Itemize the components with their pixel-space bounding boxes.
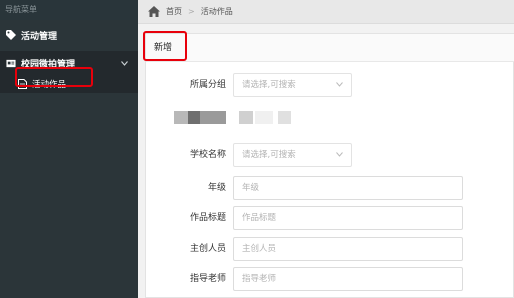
nav-menu-header: 导航菜单 (0, 0, 138, 20)
breadcrumb-current: 活动作品 (200, 7, 233, 16)
sidebar-item-label: 校园微拍管理 (21, 59, 76, 70)
creator-placeholder: 主创人员 (242, 244, 277, 254)
breadcrumb-separator: > (188, 7, 195, 16)
title-label: 作品标题 (189, 213, 226, 223)
school-label: 学校名称 (189, 150, 226, 160)
sidebar-subitem-activity-works[interactable]: 活动作品 (0, 75, 138, 93)
creator-label: 主创人员 (189, 244, 226, 254)
form-panel: 新增 所属分组 请选择,可搜索 学校名称 请选择,可搜索 年级 年级 作品标题 … (145, 33, 514, 298)
category-row: 所属分组 请选择,可搜索 (146, 73, 514, 97)
title-row: 作品标题 作品标题 (146, 206, 514, 230)
category-label: 所属分组 (189, 80, 226, 90)
breadcrumb-home[interactable]: 首页 (166, 6, 182, 17)
chevron-down-icon (336, 144, 343, 166)
creator-input[interactable]: 主创人员 (233, 237, 463, 261)
breadcrumb: 首页 > 活动作品 (138, 0, 514, 24)
sidebar-subitem-label: 活动作品 (32, 80, 67, 90)
sidebar-item-activity-management[interactable]: 活动管理 (0, 23, 138, 47)
school-select[interactable]: 请选择,可搜索 (233, 143, 352, 167)
grade-label: 年级 (207, 183, 226, 193)
sidebar-item-campus-photo-management[interactable]: 校园微拍管理 (0, 51, 138, 75)
tag-icon (6, 30, 16, 40)
sidebar-item-label: 活动管理 (21, 31, 58, 42)
advisor-input[interactable]: 指导老师 (233, 267, 463, 291)
sidebar: 导航菜单 活动管理 校园微拍管理 活动作品 (0, 0, 138, 298)
advisor-row: 指导老师 指导老师 (146, 267, 514, 291)
chevron-down-icon (121, 51, 128, 75)
grade-input[interactable]: 年级 (233, 176, 463, 200)
creator-row: 主创人员 主创人员 (146, 237, 514, 261)
school-placeholder: 请选择,可搜索 (242, 150, 296, 160)
advisor-label: 指导老师 (189, 274, 226, 284)
chevron-down-icon (336, 74, 343, 96)
grade-placeholder: 年级 (242, 183, 260, 193)
id-card-icon (6, 58, 16, 68)
grade-row: 年级 年级 (146, 176, 514, 200)
title-input[interactable]: 作品标题 (233, 206, 463, 230)
title-placeholder: 作品标题 (242, 213, 277, 223)
document-icon (18, 79, 27, 89)
panel-tab-bar: 新增 (146, 34, 514, 62)
school-row: 学校名称 请选择,可搜索 (146, 143, 514, 167)
advisor-placeholder: 指导老师 (242, 274, 277, 284)
tab-add[interactable]: 新增 (149, 38, 177, 58)
category-select[interactable]: 请选择,可搜索 (233, 73, 352, 97)
home-icon[interactable] (148, 6, 160, 17)
category-placeholder: 请选择,可搜索 (242, 80, 296, 90)
